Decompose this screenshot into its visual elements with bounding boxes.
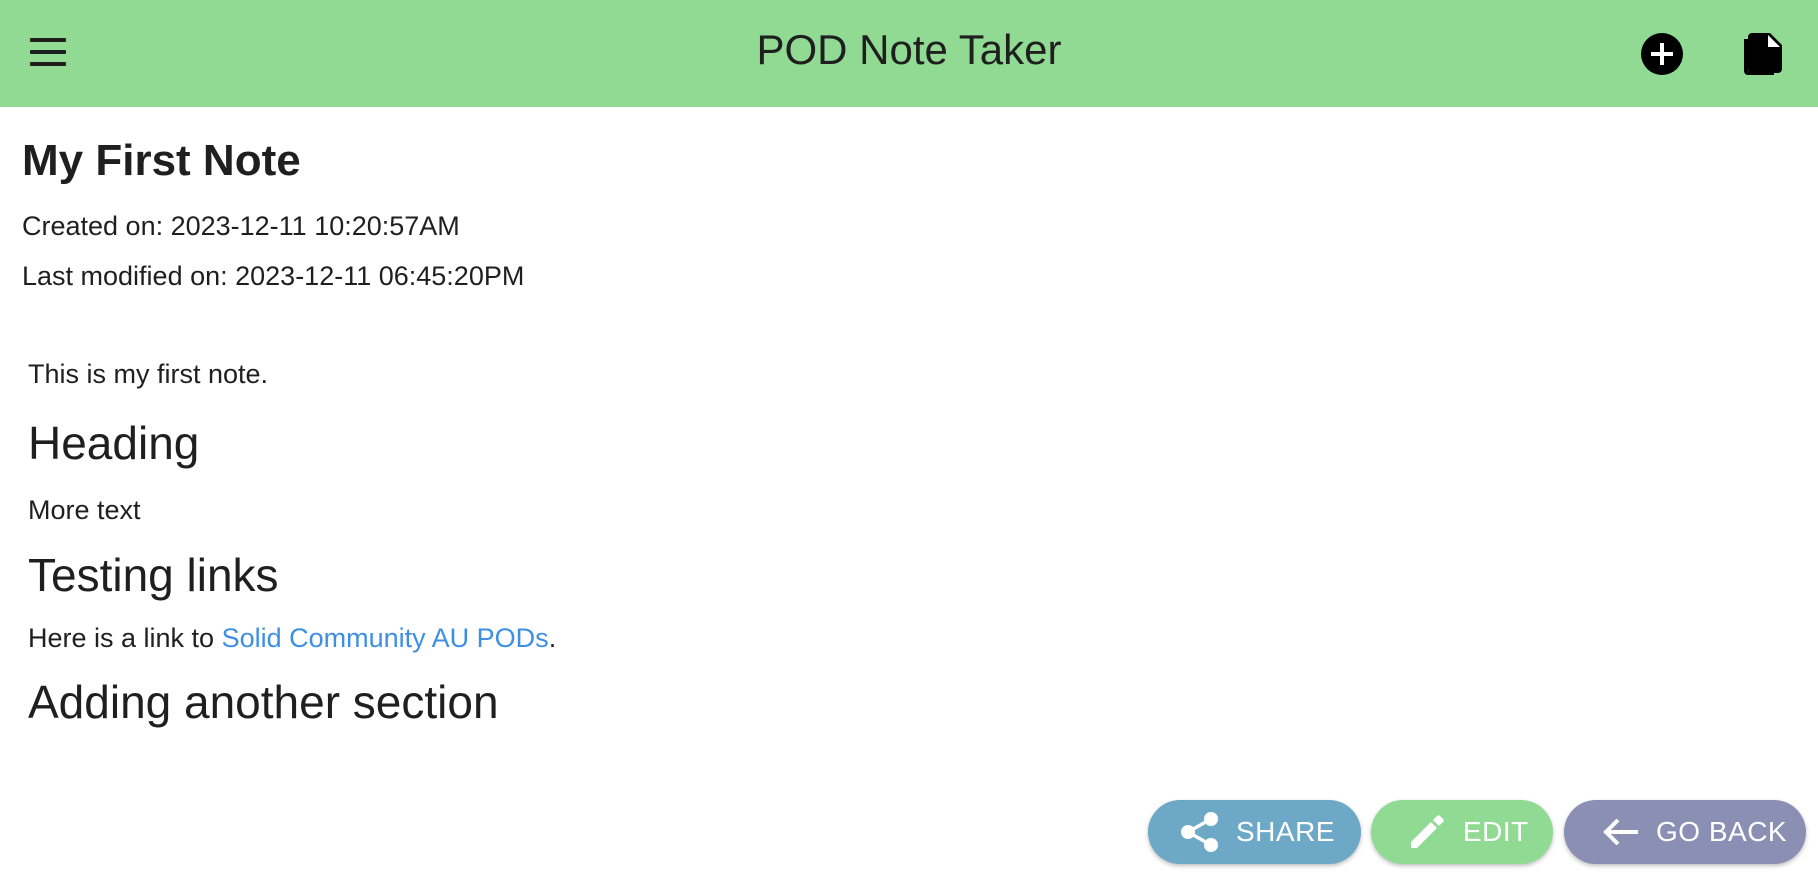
- share-icon: [1178, 810, 1222, 854]
- solid-community-link[interactable]: Solid Community AU PODs: [222, 623, 549, 653]
- note-paragraph: This is my first note.: [28, 359, 269, 389]
- app-bar: POD Note Taker: [0, 0, 1818, 107]
- note-paragraph: More text: [28, 495, 141, 525]
- app-title: POD Note Taker: [756, 26, 1062, 73]
- arrow-left-icon: [1598, 810, 1642, 854]
- share-button[interactable]: SHARE: [1148, 800, 1361, 864]
- note-heading: Adding another section: [28, 676, 499, 728]
- link-suffix: .: [548, 623, 557, 653]
- created-date: Created on: 2023-12-11 10:20:57AM: [22, 211, 460, 241]
- go-back-label: GO BACK: [1656, 816, 1788, 847]
- add-circle-icon[interactable]: [1632, 24, 1692, 84]
- note-view: My First Note Created on: 2023-12-11 10:…: [0, 107, 1818, 896]
- share-label: SHARE: [1236, 816, 1335, 847]
- edit-button[interactable]: EDIT: [1371, 800, 1553, 864]
- go-back-button[interactable]: GO BACK: [1564, 800, 1806, 864]
- note-link-paragraph: Here is a link to Solid Community AU POD…: [28, 621, 556, 655]
- file-copy-icon[interactable]: [1732, 24, 1792, 84]
- note-heading: Heading: [28, 417, 200, 469]
- note-title: My First Note: [22, 136, 301, 185]
- edit-label: EDIT: [1463, 816, 1529, 847]
- link-prefix: Here is a link to: [28, 623, 222, 653]
- pencil-icon: [1405, 810, 1449, 854]
- note-heading: Testing links: [28, 549, 279, 601]
- modified-date: Last modified on: 2023-12-11 06:45:20PM: [22, 261, 525, 291]
